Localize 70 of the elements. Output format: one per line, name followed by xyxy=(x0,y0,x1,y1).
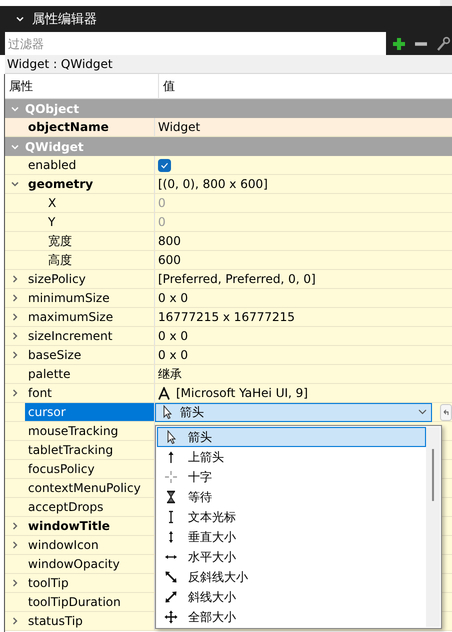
property-value: 800 xyxy=(158,234,181,248)
property-name[interactable]: 高度 xyxy=(45,251,154,269)
property-name[interactable]: 宽度 xyxy=(45,232,154,250)
chevron-right-icon[interactable] xyxy=(11,522,19,530)
move-icon xyxy=(164,610,178,624)
property-name[interactable]: objectName xyxy=(25,118,154,136)
column-header: 属性 xyxy=(5,74,159,98)
menu-item[interactable]: 水平大小 xyxy=(157,547,426,567)
caret-icon xyxy=(418,409,427,415)
diagonal-resize-icon xyxy=(164,570,178,584)
column-header: 值 xyxy=(162,78,176,94)
hourglass-icon xyxy=(164,490,178,504)
menu-item[interactable]: 文本光标 xyxy=(157,507,426,527)
cursor-dropdown[interactable]: 箭头 xyxy=(155,402,432,422)
menu-item[interactable]: 斜线大小 xyxy=(157,587,426,607)
property-name[interactable]: palette xyxy=(25,365,154,383)
menu-item[interactable]: 箭头 xyxy=(157,427,426,447)
group-name: QObject xyxy=(25,102,80,116)
property-value: 继承 xyxy=(158,366,182,382)
chevron-right-icon[interactable] xyxy=(11,579,19,587)
property-name[interactable]: font xyxy=(25,384,154,402)
property-value: 0 x 0 xyxy=(158,329,188,343)
menu-item[interactable]: 反斜线大小 xyxy=(157,567,426,587)
property-name[interactable]: sizePolicy xyxy=(25,270,154,288)
property-value: [Preferred, Preferred, 0, 0] xyxy=(158,272,316,286)
font-letter-icon xyxy=(158,386,170,400)
menu-item[interactable]: 垂直大小 xyxy=(157,527,426,547)
property-name[interactable]: geometry xyxy=(25,175,154,193)
chevron-right-icon[interactable] xyxy=(11,275,19,283)
settings-button[interactable] xyxy=(434,34,452,52)
property-value: 0 x 0 xyxy=(158,291,188,305)
property-value: 0 xyxy=(158,215,166,229)
property-value: 0 xyxy=(158,196,166,210)
property-name[interactable]: cursor xyxy=(25,403,154,421)
chevron-right-icon[interactable] xyxy=(11,313,19,321)
scrollbar[interactable] xyxy=(426,427,440,627)
chevron-right-icon[interactable] xyxy=(11,351,19,359)
property-value: [Microsoft YaHei UI, 9] xyxy=(176,386,308,400)
object-label: Widget : QWidget xyxy=(5,55,452,74)
panel-title: 属性编辑器 xyxy=(32,11,97,28)
property-name[interactable]: baseSize xyxy=(25,346,154,364)
property-value: Widget xyxy=(158,120,200,134)
plus-icon xyxy=(391,36,407,52)
menu-item[interactable]: 上箭头 xyxy=(157,447,426,467)
reset-button[interactable] xyxy=(440,404,452,421)
chevron-right-icon[interactable] xyxy=(11,389,19,397)
checkbox[interactable] xyxy=(158,158,171,172)
chevron-right-icon[interactable] xyxy=(11,617,19,625)
check-icon xyxy=(160,160,169,170)
chevron-right-icon[interactable] xyxy=(11,332,19,340)
chevron-right-icon[interactable] xyxy=(11,541,19,549)
group-name: QWidget xyxy=(25,140,84,154)
property-name[interactable]: enabled xyxy=(25,156,154,174)
crosshair-icon xyxy=(164,470,178,484)
menu-item[interactable]: 十字 xyxy=(157,467,426,487)
diagonal-resize-icon xyxy=(164,590,178,604)
wrench-icon xyxy=(435,36,451,52)
property-value: 16777215 x 16777215 xyxy=(158,310,295,324)
property-value: 0 x 0 xyxy=(158,348,188,362)
property-value: [(0, 0), 800 x 600] xyxy=(158,177,268,191)
undo-icon xyxy=(442,409,450,416)
menu-item[interactable]: 等待 xyxy=(157,487,426,507)
property-name[interactable]: minimumSize xyxy=(25,289,154,307)
property-value: 600 xyxy=(158,253,181,267)
property-name[interactable]: maximumSize xyxy=(25,308,154,326)
menu-item[interactable]: 全部大小 xyxy=(157,607,426,627)
chevron-down-icon[interactable] xyxy=(16,15,24,23)
property-name[interactable]: sizeIncrement xyxy=(25,327,154,345)
filter-field[interactable]: 过滤器 xyxy=(5,32,386,55)
chevron-right-icon[interactable] xyxy=(11,294,19,302)
